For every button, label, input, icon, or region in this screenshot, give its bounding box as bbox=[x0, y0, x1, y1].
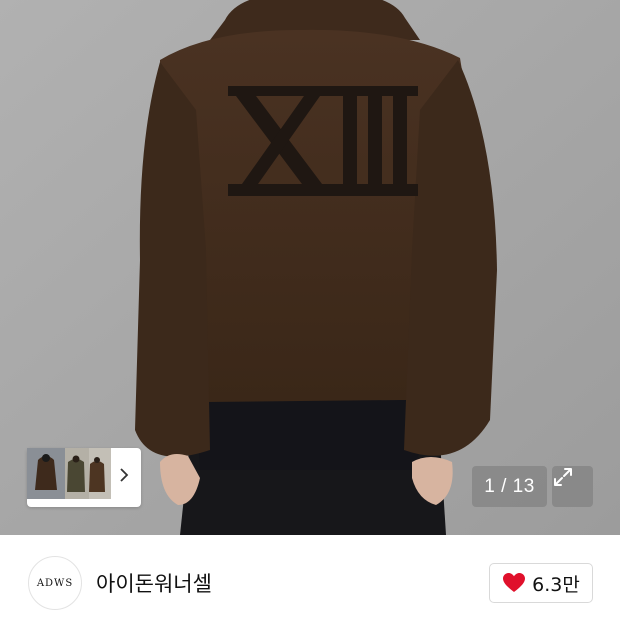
thumbnail-strip[interactable] bbox=[27, 448, 141, 507]
brand-name[interactable]: 아이돈워너셀 bbox=[96, 568, 212, 598]
brand-logo-text: ADWS bbox=[36, 577, 74, 589]
chevron-right-icon[interactable] bbox=[119, 467, 133, 487]
product-page: 1 / 13 ADWS 아이돈워너셀 6.3만 bbox=[0, 0, 620, 620]
expand-button[interactable] bbox=[552, 466, 593, 507]
product-image[interactable]: 1 / 13 bbox=[0, 0, 620, 535]
expand-icon bbox=[554, 468, 572, 486]
image-counter: 1 / 13 bbox=[472, 466, 547, 507]
brand-logo[interactable]: ADWS bbox=[28, 556, 82, 610]
like-count: 6.3만 bbox=[532, 573, 580, 596]
heart-icon bbox=[503, 573, 526, 592]
like-button[interactable]: 6.3만 bbox=[489, 563, 593, 603]
thumbnail-images[interactable] bbox=[27, 448, 111, 499]
